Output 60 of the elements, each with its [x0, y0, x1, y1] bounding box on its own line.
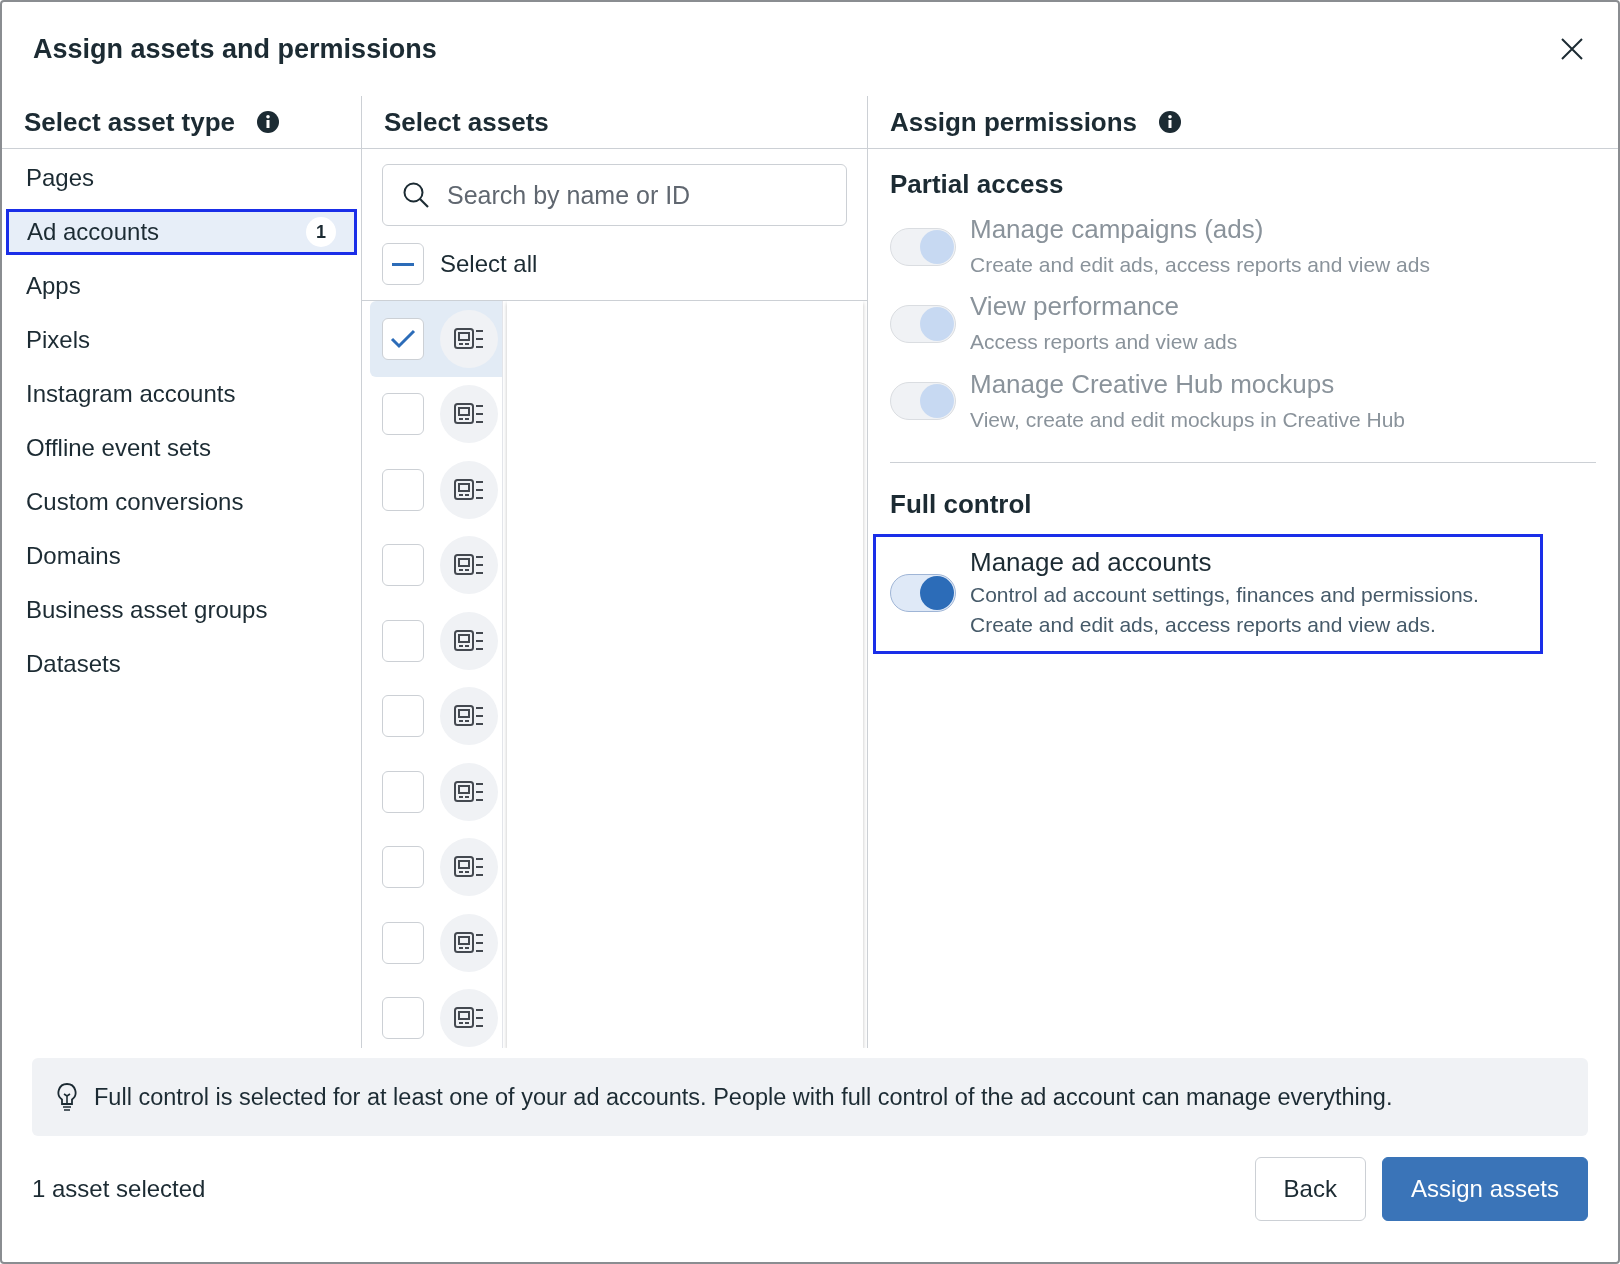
search-field[interactable]: Search by name or ID	[382, 164, 847, 226]
column-heading: Select assets	[384, 106, 549, 138]
asset-type-item[interactable]: Business asset groups	[6, 587, 357, 633]
back-button[interactable]: Back	[1254, 1157, 1366, 1221]
ad-account-icon	[454, 327, 484, 350]
ad-account-icon	[454, 931, 484, 954]
section-heading: Full control	[890, 489, 1033, 521]
asset-type-item[interactable]: Datasets	[6, 641, 357, 687]
permission-description: Control ad account settings, finances and permissions. Create and edit ads, access reports and view ads.	[970, 582, 1480, 638]
info-icon[interactable]	[257, 111, 279, 133]
permission-title: View performance	[970, 291, 1181, 323]
permission-description: Access reports and view ads	[970, 329, 1238, 356]
asset-checkbox[interactable]	[382, 544, 424, 587]
dialog-title: Assign assets and permissions	[33, 33, 437, 65]
asset-type-item[interactable]: Instagram accounts	[6, 371, 357, 417]
asset-type-item[interactable]: Domains	[6, 533, 357, 579]
asset-type-item[interactable]: Offline event sets	[6, 425, 357, 471]
asset-checkbox[interactable]	[382, 317, 424, 360]
ad-account-icon	[454, 629, 484, 652]
ad-account-icon	[454, 780, 484, 803]
permission-title: Manage ad accounts	[970, 547, 1213, 579]
section-heading: Partial access	[890, 169, 1065, 200]
ad-account-icon	[454, 705, 484, 728]
count-badge: 1	[306, 217, 336, 247]
asset-checkbox[interactable]	[382, 997, 424, 1040]
toggle-switch[interactable]	[890, 574, 956, 613]
ad-account-icon	[454, 478, 484, 501]
asset-checkbox[interactable]	[382, 695, 424, 738]
permission-description: Create and edit ads, access reports and view ads	[970, 252, 1430, 278]
asset-row[interactable]	[370, 301, 502, 377]
checkmark-icon	[389, 327, 417, 350]
selection-status: 1 asset selected	[32, 1175, 206, 1203]
asset-checkbox[interactable]	[382, 921, 424, 964]
asset-checkbox[interactable]	[382, 846, 424, 889]
info-icon[interactable]	[1159, 111, 1182, 133]
ad-account-icon	[454, 554, 484, 577]
select-all-checkbox[interactable]	[382, 243, 424, 285]
ad-account-icon	[454, 856, 484, 879]
asset-type-item[interactable]: Custom conversions	[6, 479, 357, 525]
assign-button[interactable]: Assign assets	[1381, 1157, 1588, 1221]
asset-checkbox[interactable]	[382, 468, 424, 511]
column-heading: Assign permissions	[890, 106, 1138, 138]
select-all-label: Select all	[440, 250, 538, 278]
ad-account-icon	[454, 1007, 484, 1030]
column-heading: Select asset type	[24, 106, 235, 138]
asset-type-item[interactable]: Ad accounts 1	[6, 209, 357, 255]
asset-type-item[interactable]: Apps	[6, 263, 357, 309]
permission-title: Manage campaigns (ads)	[970, 214, 1265, 245]
permission-description: View, create and edit mockups in Creative Hub	[970, 406, 1405, 433]
notice-text: Full control is selected for at least one of your ad accounts. People with full control of the ad account can manage everything.	[94, 1083, 1393, 1111]
ad-account-icon	[454, 403, 484, 426]
permission-title: Manage Creative Hub mockups	[970, 368, 1336, 400]
lightbulb-icon	[56, 1082, 78, 1112]
asset-checkbox[interactable]	[382, 619, 424, 662]
search-icon	[402, 181, 430, 209]
asset-type-item[interactable]: Pages	[6, 155, 357, 201]
asset-checkbox[interactable]	[382, 770, 424, 813]
asset-type-item[interactable]: Pixels	[6, 317, 357, 363]
asset-checkbox[interactable]	[382, 393, 424, 436]
close-icon	[1560, 37, 1584, 61]
